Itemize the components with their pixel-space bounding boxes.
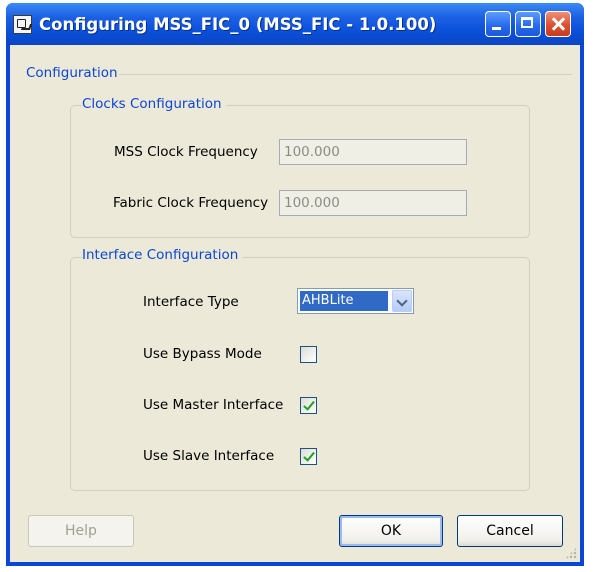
- interface-type-value: AHBLite: [300, 291, 388, 311]
- title-bar[interactable]: Configuring MSS_FIC_0 (MSS_FIC - 1.0.100…: [6, 3, 584, 45]
- ok-button[interactable]: OK: [339, 515, 443, 547]
- clocks-configuration-label: Clocks Configuration: [82, 96, 226, 112]
- dialog-window: Configuring MSS_FIC_0 (MSS_FIC - 1.0.100…: [6, 3, 584, 566]
- interface-type-select[interactable]: AHBLite: [297, 288, 414, 314]
- interface-configuration-label: Interface Configuration: [82, 247, 243, 263]
- fabric-clock-frequency-field[interactable]: 100.000: [279, 190, 467, 216]
- maximize-button[interactable]: [515, 11, 541, 37]
- help-button[interactable]: Help: [28, 515, 134, 547]
- configuration-divider: [119, 74, 572, 75]
- resize-grip-icon[interactable]: [565, 547, 577, 559]
- dialog-body: Configuration Clocks Configuration MSS C…: [10, 45, 580, 562]
- use-master-interface-checkbox[interactable]: [300, 397, 317, 414]
- use-slave-interface-checkbox[interactable]: [300, 448, 317, 465]
- cancel-button[interactable]: Cancel: [457, 515, 563, 547]
- use-slave-interface-label: Use Slave Interface: [143, 448, 275, 464]
- fabric-clock-frequency-label: Fabric Clock Frequency: [113, 195, 269, 211]
- minimize-button[interactable]: [485, 11, 511, 37]
- use-bypass-mode-label: Use Bypass Mode: [143, 346, 262, 362]
- window-title: Configuring MSS_FIC_0 (MSS_FIC - 1.0.100…: [39, 15, 437, 34]
- mss-clock-frequency-label: MSS Clock Frequency: [114, 144, 258, 160]
- app-icon: [13, 15, 32, 34]
- configuration-label: Configuration: [26, 65, 122, 81]
- interface-type-label: Interface Type: [143, 294, 239, 310]
- use-bypass-mode-checkbox[interactable]: [300, 346, 317, 363]
- chevron-down-icon[interactable]: [392, 290, 412, 312]
- clocks-configuration-group: [70, 105, 530, 238]
- mss-clock-frequency-field[interactable]: 100.000: [279, 139, 467, 165]
- close-button[interactable]: [545, 11, 571, 37]
- use-master-interface-label: Use Master Interface: [143, 397, 284, 413]
